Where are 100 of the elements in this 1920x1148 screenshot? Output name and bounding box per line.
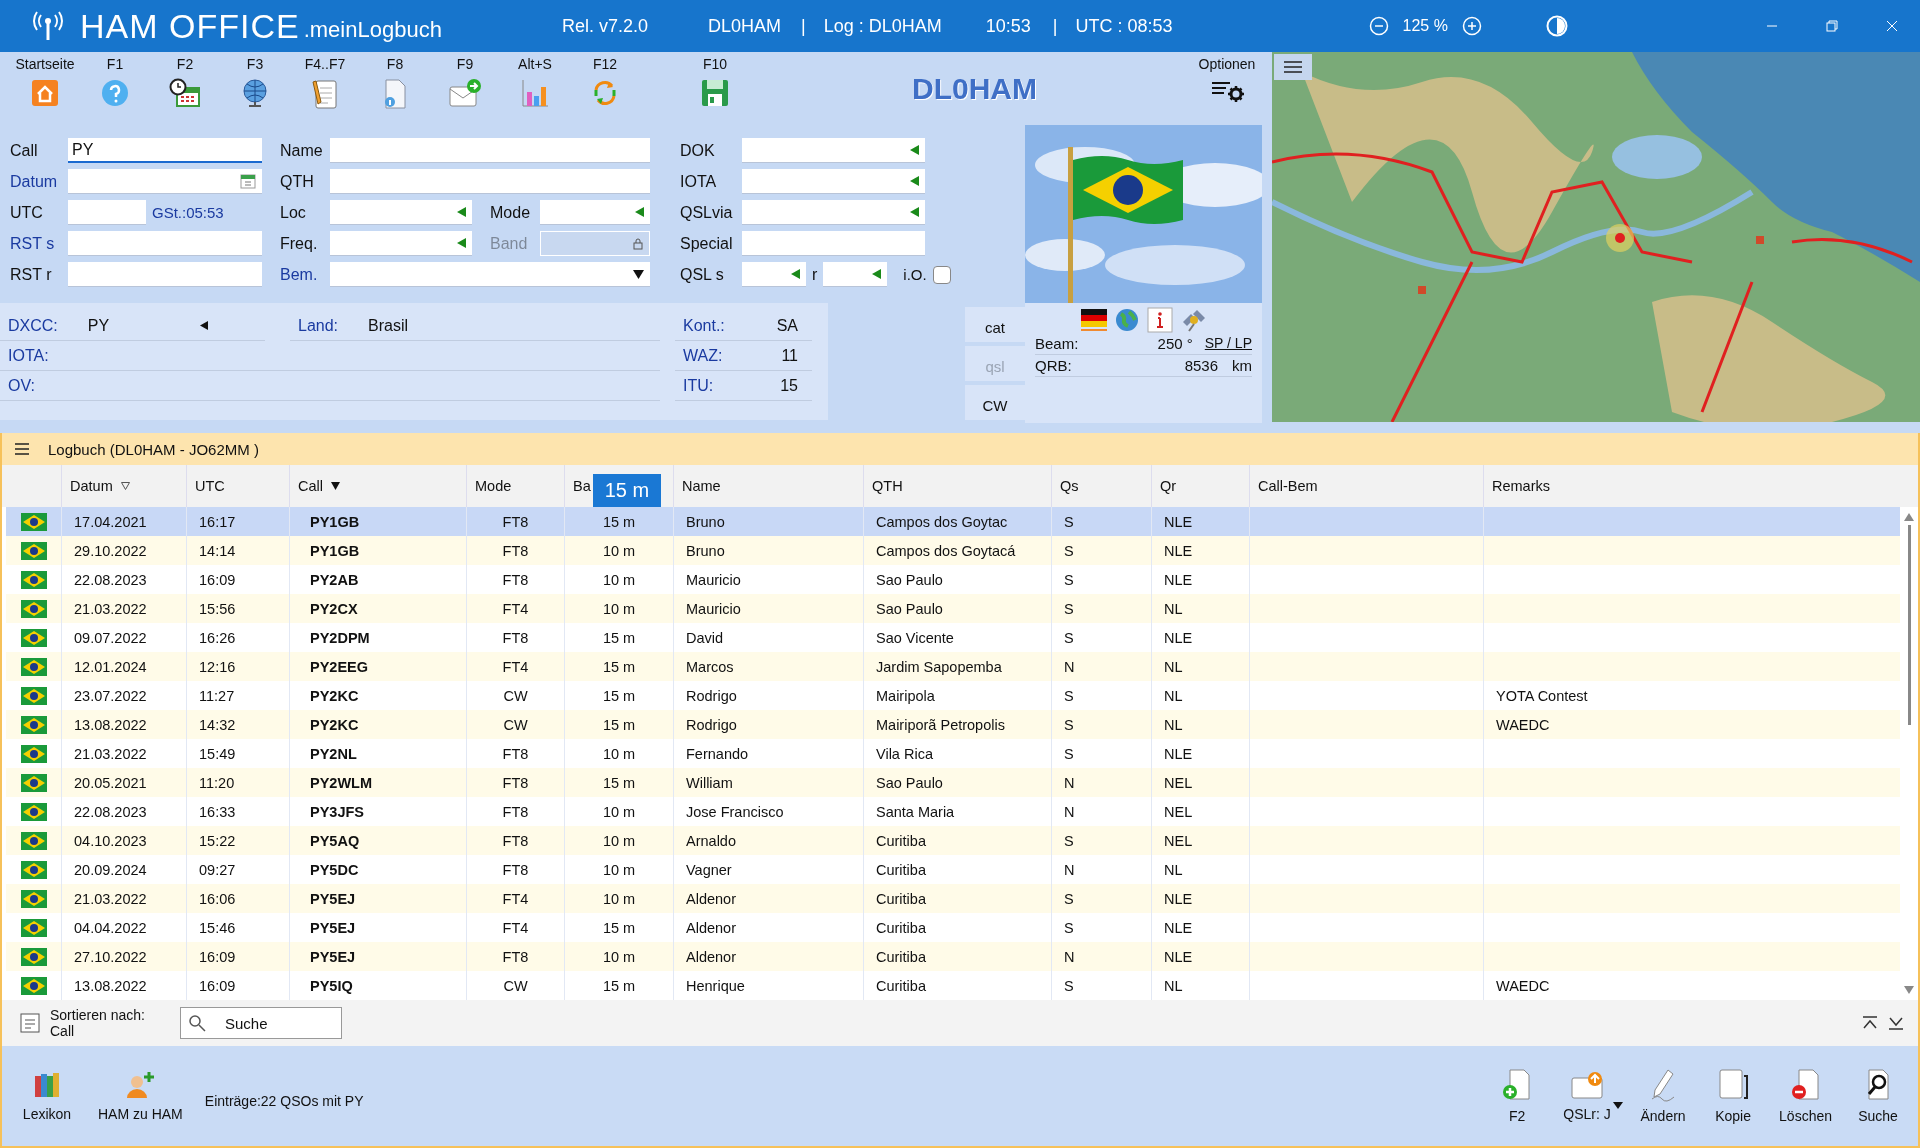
zoom-in-icon[interactable] <box>1461 16 1482 36</box>
toolbar-button[interactable]: F1 <box>80 52 150 108</box>
person-add-icon[interactable] <box>125 1070 156 1100</box>
toolbar-button[interactable]: HAM zu HAM <box>92 1069 189 1123</box>
dropdown-field[interactable] <box>330 262 650 287</box>
toolbar-button[interactable]: F10 <box>680 52 750 108</box>
toolbar-button[interactable]: F4..F7 <box>290 52 360 110</box>
scroll-bottom-icon[interactable] <box>1888 1016 1904 1030</box>
scroll-up-icon[interactable] <box>1904 513 1914 521</box>
dropdown-arrow-icon[interactable] <box>633 269 644 279</box>
toolbar-button[interactable]: F3 <box>220 52 290 108</box>
toolbar-button[interactable]: F2 <box>150 52 220 108</box>
contrast-icon[interactable] <box>1545 15 1568 37</box>
save-icon[interactable] <box>700 78 730 108</box>
combo-field[interactable] <box>330 231 472 256</box>
combo-field[interactable] <box>742 138 925 163</box>
sort-label: Sortieren nach: <box>50 1007 146 1023</box>
table-cell: Curitiba <box>876 861 926 878</box>
arrow-left-icon[interactable] <box>199 321 208 330</box>
options-button[interactable]: Optionen <box>1187 52 1267 102</box>
germany-flag-icon[interactable] <box>1080 309 1107 331</box>
mail-icon[interactable] <box>448 78 482 108</box>
table-cell: 21.03.2022 <box>74 890 147 907</box>
combo-field[interactable] <box>742 169 925 194</box>
sort-list-icon[interactable] <box>20 1013 40 1033</box>
restore-icon[interactable] <box>1826 20 1838 32</box>
combo-field[interactable] <box>540 200 650 225</box>
table-row[interactable]: 21.03.2022 16:06 PY5EJ FT4 10 m Aldenor Curitiba S NLE <box>6 884 1900 913</box>
date-field[interactable] <box>68 169 262 194</box>
document-pen-icon[interactable] <box>310 78 340 110</box>
input-field[interactable]: PY <box>68 138 262 163</box>
column-header[interactable]: Ba 15 m <box>564 465 673 507</box>
scrollbar-thumb[interactable] <box>1907 525 1911 725</box>
toolbar-button[interactable]: F9 <box>430 52 500 108</box>
table-row[interactable]: 27.10.2022 16:09 PY5EJ FT8 10 m Aldenor Curitiba N NLE <box>6 942 1900 971</box>
search-field[interactable]: Suche <box>180 1007 342 1039</box>
table-row[interactable]: 21.03.2022 15:56 PY2CX FT4 10 m Mauricio Sao Paulo S NL <box>6 594 1900 623</box>
combo-field[interactable] <box>823 262 888 287</box>
table-cell: 16:17 <box>199 513 236 530</box>
toolbar-button[interactable]: Suche <box>1848 1067 1908 1125</box>
toolbar-button[interactable]: QSLr: J <box>1557 1069 1618 1123</box>
combo-field[interactable] <box>330 200 472 225</box>
combo-field[interactable] <box>742 200 925 225</box>
home-icon[interactable] <box>30 78 60 108</box>
table-cell: NEL <box>1164 832 1193 849</box>
country-label: Land: <box>298 316 339 335</box>
toolbar-button[interactable]: Löschen <box>1773 1067 1838 1125</box>
input-field[interactable] <box>68 262 262 287</box>
brazil-flag-icon <box>20 570 47 589</box>
toolbar-button[interactable]: F2 <box>1487 1067 1548 1125</box>
field-label[interactable]: RST s <box>10 234 55 253</box>
combo-field[interactable] <box>742 262 806 287</box>
toolbar-button[interactable]: Kopie <box>1703 1067 1764 1125</box>
input-field[interactable] <box>68 200 146 225</box>
input-field[interactable] <box>742 231 925 256</box>
globe-icon[interactable] <box>240 78 270 108</box>
antenna-icon <box>30 11 66 41</box>
caret-icon[interactable] <box>1613 1101 1624 1109</box>
copy-icon[interactable] <box>1717 1068 1750 1102</box>
table-row[interactable]: 29.10.2022 14:14 PY1GB FT8 10 m Bruno Campos dos Goytacá S NLE <box>6 536 1900 565</box>
table-row[interactable]: 13.08.2022 14:32 PY2KC CW 15 m Rodrigo Mairiporã Petropolis S NL WAEDC <box>6 710 1900 739</box>
info-icon[interactable] <box>1146 307 1173 333</box>
close-icon[interactable] <box>1886 20 1898 32</box>
sp-lp-link[interactable]: SP / LP <box>1204 335 1252 352</box>
clock-calendar-icon[interactable] <box>169 78 201 108</box>
input-field[interactable] <box>330 169 650 194</box>
new-document-icon[interactable] <box>1502 1068 1533 1102</box>
toolbar-button[interactable]: Startseite <box>10 52 80 108</box>
calendar-icon[interactable] <box>240 173 256 189</box>
table-row[interactable]: 17.04.2021 16:17 PY1GB FT8 15 m Bruno Campos dos Goytac S NLE <box>6 507 1900 536</box>
bar-chart-icon[interactable] <box>520 78 550 108</box>
zoom-out-icon[interactable] <box>1368 16 1389 36</box>
help-icon[interactable] <box>100 78 130 108</box>
field-label[interactable]: Bem. <box>280 265 318 284</box>
table-cell: S <box>1064 629 1074 646</box>
checkbox[interactable] <box>932 265 951 284</box>
toolbar-button[interactable]: Alt+S <box>500 52 570 108</box>
card-upload-icon[interactable] <box>1569 1070 1606 1100</box>
input-field[interactable] <box>68 231 262 256</box>
toolbar-button[interactable]: F8 <box>360 52 430 110</box>
globe-icon[interactable] <box>1114 308 1139 332</box>
table-row[interactable]: 20.05.2021 11:20 PY2WLM FT8 15 m William Sao Paulo N NEL <box>6 768 1900 797</box>
books-icon[interactable] <box>32 1070 62 1100</box>
scroll-down-icon[interactable] <box>1904 986 1914 994</box>
table-row[interactable]: 04.10.2023 15:22 PY5AQ FT8 10 m Arnaldo Curitiba S NEL <box>6 826 1900 855</box>
scroll-top-icon[interactable] <box>1862 1016 1878 1030</box>
field-label[interactable]: Datum <box>10 172 58 191</box>
log-name: Log : DL0HAM <box>823 15 942 37</box>
table-cell: 29.10.2022 <box>74 542 147 559</box>
input-field[interactable] <box>330 138 650 163</box>
toolbar-button[interactable]: F12 <box>570 52 640 108</box>
toolbar-button[interactable]: Ändern <box>1633 1067 1694 1125</box>
toolbar-button[interactable]: Lexikon <box>12 1069 82 1123</box>
delete-document-icon[interactable] <box>1790 1068 1821 1102</box>
table-cell: N <box>1064 803 1075 820</box>
table-cell: William <box>686 774 733 791</box>
table-cell: 10 m <box>602 803 636 820</box>
menu-icon[interactable] <box>14 443 30 455</box>
table-row[interactable]: 12.01.2024 12:16 PY2EEG FT4 15 m Marcos Jardim Sapopemba N NL <box>6 652 1900 681</box>
table-cell: FT8 <box>502 542 529 559</box>
